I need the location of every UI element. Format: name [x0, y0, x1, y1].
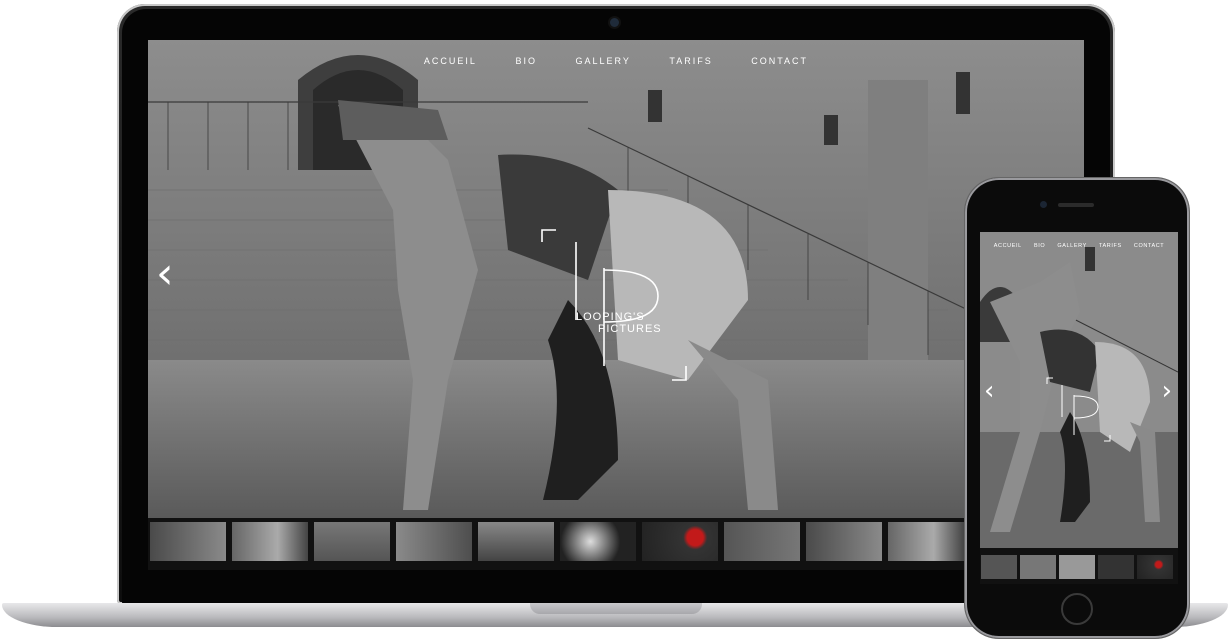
logo-text-line2: PICTURES	[598, 323, 662, 335]
phone-main-nav: ACCUEIL BIO GALLERY TARIFS CONTACT	[980, 243, 1178, 249]
gallery-thumbnail[interactable]	[806, 522, 882, 561]
laptop-notch	[530, 603, 702, 614]
nav-link-contact[interactable]: CONTACT	[751, 56, 808, 66]
gallery-thumbnail[interactable]	[642, 522, 718, 561]
phone-home-button[interactable]	[1061, 593, 1093, 625]
gallery-thumbnail[interactable]	[150, 522, 226, 561]
nav-link-bio[interactable]: BIO	[515, 56, 537, 66]
phone-speaker	[1058, 203, 1094, 207]
nav-link-gallery[interactable]: GALLERY	[575, 56, 630, 66]
laptop-screen: LOOPING'S PICTURES ACCUEIL BIO GALLERY T…	[148, 40, 1084, 570]
laptop-camera	[610, 18, 619, 27]
phone-screen: ACCUEIL BIO GALLERY TARIFS CONTACT ‹ ›	[980, 232, 1178, 584]
phone-hero-slide-image: ACCUEIL BIO GALLERY TARIFS CONTACT ‹ ›	[980, 232, 1178, 548]
phone-gallery-thumbnail[interactable]	[1020, 555, 1056, 579]
phone-nav-link-contact[interactable]: CONTACT	[1134, 243, 1164, 249]
phone-nav-link-bio[interactable]: BIO	[1034, 243, 1045, 249]
gallery-thumbnail[interactable]	[560, 522, 636, 561]
phone-logo	[1046, 377, 1111, 442]
phone-nav-link-gallery[interactable]: GALLERY	[1057, 243, 1086, 249]
prev-slide-chevron-icon[interactable]: ‹	[156, 252, 174, 296]
gallery-thumbnail[interactable]	[478, 522, 554, 561]
phone-thumbnail-strip	[980, 555, 1178, 579]
gallery-thumbnail[interactable]	[724, 522, 800, 561]
nav-link-tarifs[interactable]: TARIFS	[669, 56, 712, 66]
gallery-thumbnail[interactable]	[888, 522, 964, 561]
looping-pictures-logo: LOOPING'S PICTURES	[541, 229, 687, 381]
gallery-thumbnail[interactable]	[314, 522, 390, 561]
phone-gallery-thumbnail[interactable]	[1137, 555, 1173, 579]
gallery-thumbnail[interactable]	[396, 522, 472, 561]
phone-gallery-thumbnail[interactable]	[1098, 555, 1134, 579]
phone-gallery-thumbnail[interactable]	[1059, 555, 1095, 579]
hero-slide-image: LOOPING'S PICTURES ACCUEIL BIO GALLERY T…	[148, 40, 1084, 518]
phone-gallery-thumbnail[interactable]	[981, 555, 1017, 579]
logo-text-line1: LOOPING'S	[576, 311, 645, 323]
phone-next-slide-chevron-icon[interactable]: ›	[1162, 378, 1172, 404]
main-nav: ACCUEIL BIO GALLERY TARIFS CONTACT	[148, 56, 1084, 66]
phone-nav-link-accueil[interactable]: ACCUEIL	[994, 243, 1022, 249]
phone-nav-link-tarifs[interactable]: TARIFS	[1099, 243, 1122, 249]
phone-camera	[1040, 201, 1047, 208]
nav-link-accueil[interactable]: ACCUEIL	[424, 56, 477, 66]
thumbnail-strip	[148, 518, 1084, 570]
gallery-thumbnail[interactable]	[232, 522, 308, 561]
phone-prev-slide-chevron-icon[interactable]: ‹	[984, 378, 994, 404]
